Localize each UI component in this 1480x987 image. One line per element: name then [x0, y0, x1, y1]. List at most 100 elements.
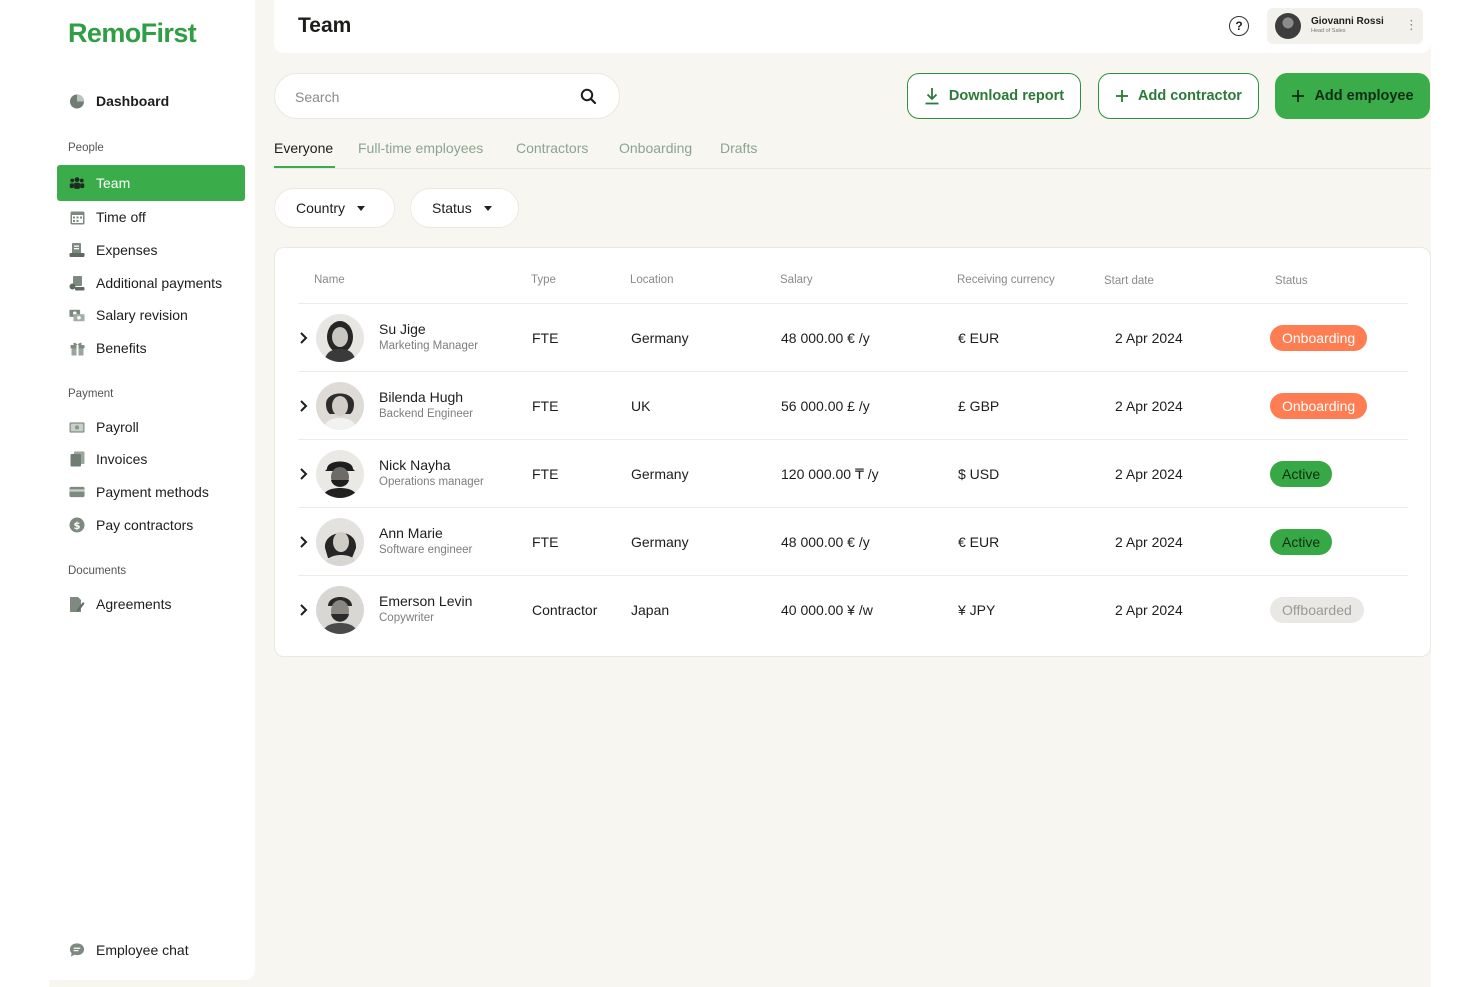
tab-drafts[interactable]: Drafts: [720, 140, 757, 156]
status-filter[interactable]: Status: [410, 188, 519, 228]
user-menu[interactable]: Giovanni Rossi Head of Sales ⋮: [1267, 8, 1423, 44]
country-filter[interactable]: Country: [274, 188, 395, 228]
svg-text:$: $: [74, 521, 81, 532]
employee-salary: 48 000.00 € /y: [781, 534, 870, 550]
employee-salary: 48 000.00 € /y: [781, 330, 870, 346]
sidebar-item-payroll[interactable]: Payroll: [57, 410, 245, 444]
salary-icon: [69, 307, 85, 323]
chat-icon: [69, 942, 85, 958]
caret-down-icon: [483, 205, 492, 211]
tab-onboarding[interactable]: Onboarding: [619, 140, 692, 156]
sidebar-item-label: Pay contractors: [96, 517, 194, 533]
sidebar-item-dashboard[interactable]: Dashboard: [57, 84, 245, 118]
payments-icon: [69, 275, 85, 291]
sidebar-item-label: Payroll: [96, 419, 139, 435]
help-icon[interactable]: ?: [1229, 16, 1249, 36]
employee-salary: 120 000.00 ₸ /y: [781, 466, 879, 482]
button-label: Add contractor: [1138, 88, 1242, 104]
employee-salary: 56 000.00 £ /y: [781, 398, 870, 414]
status-badge: Active: [1270, 461, 1333, 487]
button-label: Download report: [948, 88, 1065, 104]
employee-location: Germany: [631, 330, 689, 346]
column-header-start-date: Start date: [1104, 275, 1154, 287]
sidebar-item-pay-contractors[interactable]: $ Pay contractors: [57, 508, 245, 542]
tab-contractors[interactable]: Contractors: [516, 140, 588, 156]
search-input[interactable]: [295, 86, 565, 108]
status-badge: Active: [1270, 529, 1333, 555]
credit-card-icon: [69, 484, 85, 500]
user-name: Giovanni Rossi: [1311, 16, 1384, 27]
sidebar-item-team[interactable]: Team: [57, 165, 245, 201]
page-title: Team: [298, 14, 352, 37]
filter-label: Status: [432, 200, 472, 216]
sidebar-item-salary-revision[interactable]: Salary revision: [57, 298, 245, 332]
employee-start-date: 2 Apr 2024: [1115, 398, 1183, 414]
tab-full-time-employees[interactable]: Full-time employees: [358, 140, 483, 156]
employee-currency: € EUR: [958, 534, 1000, 550]
search-icon[interactable]: [579, 87, 599, 107]
employee-role: Marketing Manager: [379, 340, 479, 352]
plus-icon: [1115, 89, 1129, 103]
sidebar-item-benefits[interactable]: Benefits: [57, 331, 245, 365]
avatar: [316, 382, 364, 430]
download-report-button[interactable]: Download report: [907, 73, 1081, 119]
column-header-name: Name: [314, 274, 345, 286]
table-row[interactable]: Bilenda Hugh Backend Engineer FTE UK 56 …: [298, 371, 1408, 439]
more-vertical-icon[interactable]: ⋮: [1405, 17, 1418, 33]
employee-name: Emerson Levin: [379, 593, 473, 609]
sidebar-item-employee-chat[interactable]: Employee chat: [57, 933, 245, 967]
sidebar-item-label: Employee chat: [96, 942, 189, 958]
sidebar-item-label: Time off: [96, 209, 146, 225]
team-icon: [69, 175, 85, 191]
employee-location: Germany: [631, 466, 689, 482]
sidebar-item-label: Payment methods: [96, 484, 209, 500]
sidebar-item-invoices[interactable]: Invoices: [57, 442, 245, 476]
avatar: [316, 518, 364, 566]
employee-start-date: 2 Apr 2024: [1115, 330, 1183, 346]
table-row[interactable]: Nick Nayha Operations manager FTE German…: [298, 439, 1408, 507]
dollar-icon: $: [69, 517, 85, 533]
employee-name: Ann Marie: [379, 525, 443, 541]
sidebar-section-documents: Documents: [68, 565, 127, 577]
add-contractor-button[interactable]: Add contractor: [1098, 73, 1259, 119]
chevron-right-icon[interactable]: [298, 603, 310, 617]
gift-icon: [69, 340, 85, 356]
plus-icon: [1291, 89, 1305, 103]
status-badge: Offboarded: [1270, 597, 1364, 623]
sidebar-item-label: Expenses: [96, 242, 158, 258]
sidebar-item-label: Salary revision: [96, 307, 188, 323]
chevron-right-icon[interactable]: [298, 331, 310, 345]
employee-name: Su Jige: [379, 321, 426, 337]
employee-currency: £ GBP: [958, 398, 1000, 414]
employee-currency: $ USD: [958, 466, 1000, 482]
sidebar-item-agreements[interactable]: Agreements: [57, 587, 245, 621]
column-header-location: Location: [630, 274, 674, 286]
employee-salary: 40 000.00 ¥ /w: [781, 602, 873, 618]
avatar: [1275, 13, 1301, 39]
employee-type: FTE: [532, 330, 559, 346]
employee-start-date: 2 Apr 2024: [1115, 602, 1183, 618]
column-header-currency: Receiving currency: [957, 274, 1055, 286]
tab-bar: Everyone Full-time employees Contractors…: [274, 138, 1431, 169]
table-row[interactable]: Emerson Levin Copywriter Contractor Japa…: [298, 575, 1408, 643]
table-row[interactable]: Su Jige Marketing Manager FTE Germany 48…: [298, 303, 1408, 371]
chevron-right-icon[interactable]: [298, 399, 310, 413]
employee-location: Japan: [631, 602, 670, 618]
table-row[interactable]: Ann Marie Software engineer FTE Germany …: [298, 507, 1408, 575]
sidebar-section-people: People: [68, 142, 104, 154]
banknote-icon: [69, 419, 85, 435]
brand-logo: RemoFirst: [68, 18, 197, 48]
caret-down-icon: [357, 205, 366, 211]
chevron-right-icon[interactable]: [298, 535, 310, 549]
add-employee-button[interactable]: Add employee: [1275, 73, 1430, 119]
column-header-status: Status: [1275, 275, 1308, 287]
sidebar-item-payment-methods[interactable]: Payment methods: [57, 475, 245, 509]
sidebar-item-label: Dashboard: [96, 93, 170, 109]
sidebar-item-expenses[interactable]: Expenses: [57, 233, 245, 267]
sidebar-item-time-off[interactable]: Time off: [57, 200, 245, 234]
sidebar-item-additional-payments[interactable]: Additional payments: [57, 266, 245, 300]
chevron-right-icon[interactable]: [298, 467, 310, 481]
tab-everyone[interactable]: Everyone: [274, 140, 333, 156]
document-pen-icon: [69, 596, 85, 612]
employee-type: FTE: [532, 534, 559, 550]
